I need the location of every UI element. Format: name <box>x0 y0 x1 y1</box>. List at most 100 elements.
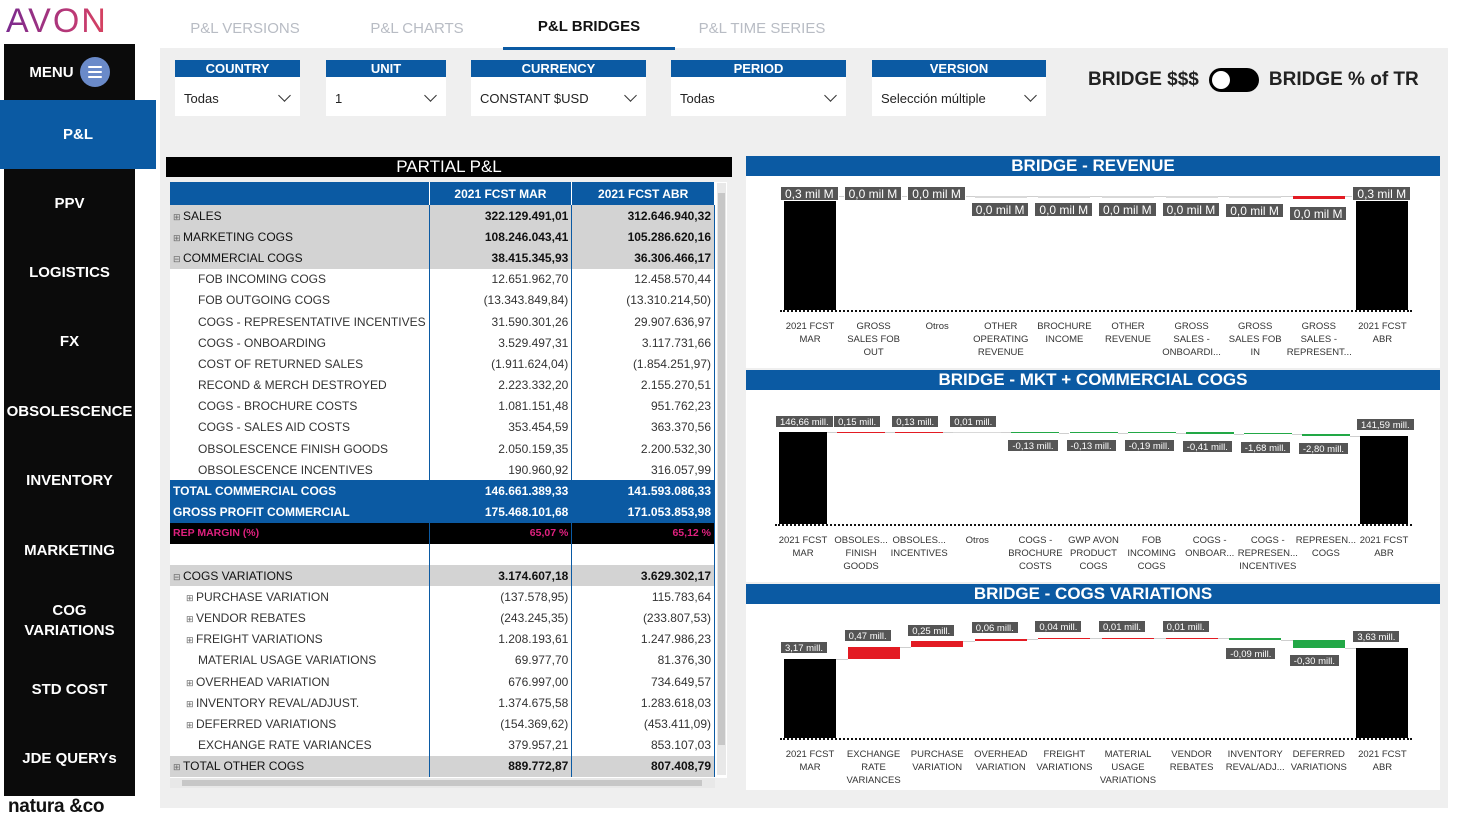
sidebar-item-pl[interactable]: P&L <box>0 100 156 169</box>
expand-icon[interactable]: ⊞ <box>186 678 194 689</box>
bridge-bar[interactable] <box>837 432 886 433</box>
bridge-mode-toggle[interactable] <box>1208 68 1259 92</box>
table-row[interactable]: COGS - SALES AID COSTS 353.454,59 363.370,… <box>170 416 715 439</box>
table-row[interactable]: ⊞ DEFERRED VARIATIONS (154.369,62) (453.411… <box>170 713 715 735</box>
bridge-bar[interactable] <box>974 196 1027 198</box>
table-row[interactable]: OBSOLESCENCE INCENTIVES 190.960,92 316.057… <box>170 459 715 481</box>
period-dropdown[interactable]: Todas <box>676 86 841 110</box>
table-row[interactable]: ⊞ VENDOR REBATES (243.245,35) (233.807,53) <box>170 607 715 629</box>
column-header[interactable]: 2021 FCST ABR <box>571 182 715 205</box>
table-row[interactable]: FOB OUTGOING COGS (13.343.849,84) (13.310.… <box>170 289 715 311</box>
table-row[interactable]: ⊟ COGS VARIATIONS 3.174.607,18 3.629.302,17 <box>170 565 715 587</box>
table-row[interactable]: COGS - REPRESENTATIVE INCENTIVES 31.590.3… <box>170 310 715 333</box>
expand-icon[interactable]: ⊞ <box>186 614 194 625</box>
bridge-bar[interactable] <box>1356 648 1409 738</box>
menu-button[interactable]: MENU <box>4 56 135 88</box>
table-row[interactable]: EXCHANGE RATE VARIANCES 379.957,21 853.107… <box>170 734 715 756</box>
sidebar-item-cog-variations[interactable]: COG VARIATIONS <box>4 599 135 643</box>
table-row[interactable]: COGS - BROCHURE COSTS 1.081.151,48 951.762… <box>170 395 715 417</box>
bridge-bar[interactable] <box>1360 436 1408 524</box>
table-row[interactable]: ⊞ PURCHASE VARIATION (137.578,95) 115.783,6… <box>170 586 715 608</box>
expand-icon[interactable]: ⊞ <box>186 720 194 731</box>
version-dropdown[interactable]: Selección múltiple <box>877 86 1041 110</box>
expand-icon[interactable]: ⊞ <box>186 635 194 646</box>
expand-icon[interactable]: ⊞ <box>186 699 194 710</box>
expand-icon[interactable]: ⊞ <box>173 233 181 244</box>
bridge-bar[interactable] <box>1038 196 1091 198</box>
bridge-category-label: Otros <box>925 321 949 332</box>
expand-icon[interactable]: ⊞ <box>173 762 181 773</box>
bridge-bar[interactable] <box>1102 196 1154 198</box>
bridge-bar[interactable] <box>1102 638 1154 639</box>
sidebar-item-inventory[interactable]: INVENTORY <box>4 459 135 503</box>
table-row[interactable]: REP MARGIN (%) 65,07 % 65,12 % <box>170 522 715 544</box>
collapse-icon[interactable]: ⊟ <box>173 572 181 583</box>
scrollbar-thumb[interactable] <box>718 193 725 745</box>
bridge-bar[interactable] <box>1229 196 1282 198</box>
bridge-bar[interactable] <box>784 196 836 310</box>
table-row[interactable]: ⊞ MARKETING COGS 108.246.043,41 105.286.620… <box>170 226 715 248</box>
bridge-bar[interactable] <box>1292 640 1345 648</box>
table-row[interactable]: OBSOLESCENCE FINISH GOODS 2.050.159,35 2.2… <box>170 438 715 460</box>
bridge-bar[interactable] <box>1038 638 1091 639</box>
bridge-bar[interactable] <box>1301 434 1350 436</box>
table-row[interactable]: COGS - ONBOARDING 3.529.497,31 3.117.731,6… <box>170 332 715 354</box>
expand-icon[interactable]: ⊞ <box>186 593 194 604</box>
table-row[interactable]: ⊞ TOTAL OTHER COGS 889.772,87 807.408,79 <box>170 755 715 777</box>
table-row[interactable] <box>170 544 715 565</box>
table-row[interactable]: GROSS PROFIT COMMERCIAL 175.468.101,68 171… <box>170 501 715 523</box>
currency-dropdown[interactable]: CONSTANT $USD <box>476 86 641 110</box>
country-dropdown[interactable]: Todas <box>180 86 295 110</box>
sidebar-item-marketing[interactable]: MARKETING <box>4 529 135 573</box>
expand-icon[interactable]: ⊞ <box>173 212 181 223</box>
table-row[interactable]: ⊞ OVERHEAD VARIATION 676.997,00 734.649,57 <box>170 670 715 693</box>
column-header[interactable]: 2021 FCST MAR <box>429 182 573 205</box>
bridge-data-label: 0,25 mill. <box>907 624 956 637</box>
bridge-category-label: 2021 FCST ABR <box>1358 749 1407 773</box>
table-row[interactable]: TOTAL COMMERCIAL COGS 146.661.389,33 141.5… <box>170 480 715 502</box>
tab-pl-time-series[interactable]: P&L TIME SERIES <box>677 6 847 50</box>
bridge-bar[interactable] <box>1356 201 1409 310</box>
bridge-bar[interactable] <box>911 641 964 647</box>
table-row[interactable]: RECOND & MERCH DESTROYED 2.223.332,20 2.15… <box>170 374 715 396</box>
table-row[interactable]: FOB INCOMING COGS 12.651.962,70 12.458.570… <box>170 268 715 290</box>
collapse-icon[interactable]: ⊟ <box>173 254 181 265</box>
bridge-bar[interactable] <box>1165 638 1218 639</box>
table-row[interactable]: ⊟ COMMERCIAL COGS 38.415.345,93 36.306.466,… <box>170 247 715 269</box>
bridge-cogs-chart: 3,17 mill. 2021 FCST MAR 0,47 mill. EXCHANG… <box>746 604 1440 790</box>
bridge-bar[interactable] <box>1011 432 1060 433</box>
bridge-bar[interactable] <box>1243 433 1292 434</box>
table-row[interactable]: MATERIAL USAGE VARIATIONS 69.977,70 81.376… <box>170 649 715 671</box>
sidebar-item-logistics[interactable]: LOGISTICS <box>4 251 135 295</box>
bridge-bar[interactable] <box>1229 638 1282 640</box>
table-row[interactable]: ⊞ INVENTORY REVAL/ADJUST. 1.374.675,58 1.28… <box>170 692 715 714</box>
table-row[interactable]: ⊞ FREIGHT VARIATIONS 1.208.193,61 1.247.986… <box>170 628 715 650</box>
unit-dropdown[interactable]: 1 <box>331 86 441 110</box>
table-row[interactable]: COST OF RETURNED SALES (1.911.624,04) (1.8… <box>170 353 715 375</box>
bridge-bar[interactable] <box>953 432 1002 433</box>
bridge-category-label: COGS - BROCHURE COSTS <box>1008 535 1063 572</box>
pl-vertical-scrollbar[interactable] <box>717 183 726 775</box>
sidebar-item-obsolescence[interactable]: OBSOLESCENCE <box>4 390 135 434</box>
bridge-bar[interactable] <box>1127 432 1176 433</box>
sidebar-item-fx[interactable]: FX <box>4 320 135 364</box>
bridge-data-label: -0,09 mill. <box>1225 647 1277 660</box>
sidebar-item-ppv[interactable]: PPV <box>4 182 135 226</box>
table-row[interactable]: ⊞ SALES 322.129.491,01 312.646.940,32 <box>170 205 715 227</box>
bridge-bar[interactable] <box>1292 196 1345 199</box>
tab-pl-charts[interactable]: P&L CHARTS <box>332 6 502 50</box>
bridge-bar[interactable] <box>784 659 836 738</box>
sidebar-item-std-cost[interactable]: STD COST <box>4 668 135 712</box>
tab-pl-bridges[interactable]: P&L BRIDGES <box>503 6 675 50</box>
scrollbar-thumb[interactable] <box>182 780 702 786</box>
tab-pl-versions[interactable]: P&L VERSIONS <box>160 6 330 50</box>
pl-horizontal-scrollbar[interactable] <box>170 778 715 788</box>
bridge-bar[interactable] <box>779 432 827 524</box>
sidebar-item-jde-querys[interactable]: JDE QUERYs <box>4 737 135 781</box>
bridge-bar[interactable] <box>1185 432 1234 434</box>
bridge-bar[interactable] <box>847 647 900 659</box>
bridge-bar[interactable] <box>895 432 944 433</box>
bridge-bar[interactable] <box>1165 196 1218 198</box>
bridge-bar[interactable] <box>1069 432 1118 433</box>
bridge-bar[interactable] <box>974 639 1027 641</box>
